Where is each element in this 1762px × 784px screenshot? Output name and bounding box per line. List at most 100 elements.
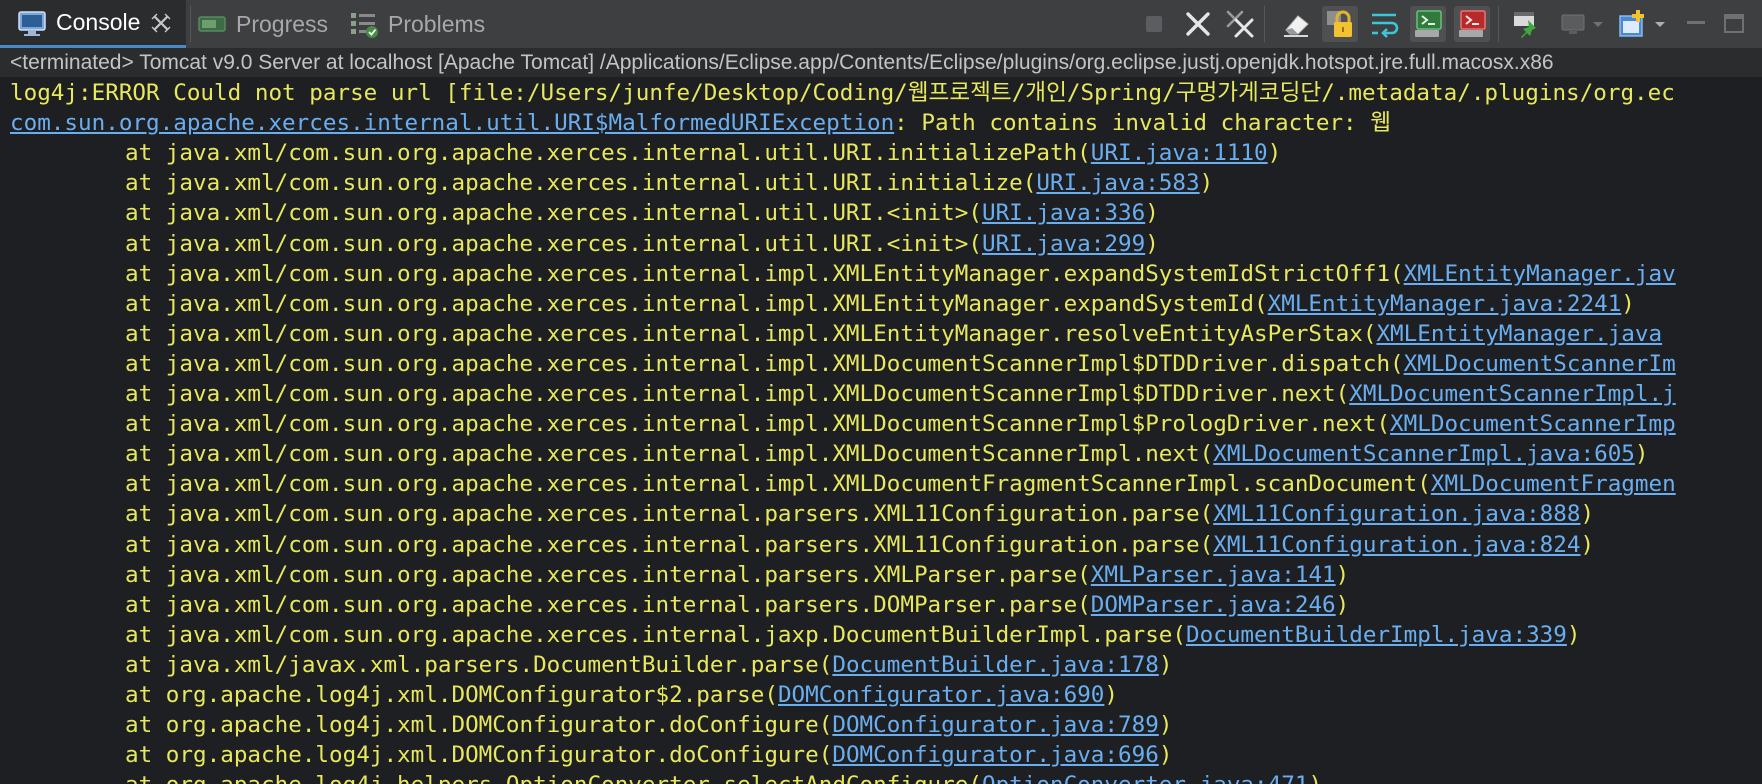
stacktrace-link[interactable]: com.sun.org.apache.xerces.internal.util.… [10, 110, 894, 136]
console-line-suffix: ) [1145, 230, 1159, 257]
console-line: at java.xml/com.sun.org.apache.xerces.in… [125, 319, 1662, 349]
console-line: at java.xml/com.sun.org.apache.xerces.in… [125, 259, 1676, 289]
console-line-suffix: ) [1145, 200, 1159, 227]
open-console-dropdown[interactable] [1652, 6, 1668, 42]
minimize-button[interactable] [1678, 6, 1714, 42]
stacktrace-link[interactable]: URI.java:583 [1036, 170, 1199, 196]
console-line-text: at java.xml/com.sun.org.apache.xerces.in… [125, 140, 1091, 167]
open-console-button[interactable] [1614, 6, 1650, 42]
stacktrace-link[interactable]: XML11Configuration.java:824 [1213, 532, 1580, 558]
monitor-icon [18, 10, 46, 36]
console-line-suffix: : Path contains invalid character: 웹 [894, 110, 1392, 137]
console-line: at java.xml/com.sun.org.apache.xerces.in… [125, 379, 1676, 409]
stacktrace-link[interactable]: DOMConfigurator.java:696 [832, 742, 1158, 768]
console-line: at java.xml/com.sun.org.apache.xerces.in… [125, 560, 1349, 590]
console-line: at java.xml/com.sun.org.apache.xerces.in… [125, 439, 1649, 469]
scroll-lock-icon [1327, 10, 1352, 37]
console-line: at org.apache.log4j.helpers.OptionConver… [125, 770, 1322, 784]
stacktrace-link[interactable]: XMLDocumentScannerIm [1404, 351, 1676, 377]
tab-problems-label: Problems [388, 10, 486, 37]
console-line-suffix: ) [1335, 561, 1350, 588]
console-line: at org.apache.log4j.xml.DOMConfigurator.… [125, 710, 1172, 740]
stacktrace-link[interactable]: DocumentBuilder.java:178 [832, 652, 1158, 678]
stacktrace-link[interactable]: DOMConfigurator.java:789 [832, 712, 1158, 738]
console-line-text: at org.apache.log4j.xml.DOMConfigurator$… [125, 682, 778, 708]
remove-launch-icon [1186, 12, 1210, 36]
tab-console[interactable]: Console [0, 0, 186, 48]
stacktrace-link[interactable]: URI.java:336 [982, 200, 1145, 226]
stacktrace-link[interactable]: XMLEntityManager.java [1376, 321, 1662, 347]
stacktrace-link[interactable]: URI.java:299 [982, 231, 1145, 257]
display-selected-console-button[interactable] [1556, 6, 1592, 42]
stacktrace-link[interactable]: XMLDocumentFragmen [1431, 471, 1676, 497]
tab-console-label: Console [56, 9, 141, 35]
terminate-button[interactable] [1136, 6, 1172, 42]
console-line-suffix: ) [1566, 621, 1581, 648]
console-line-text: at java.xml/com.sun.org.apache.xerces.in… [125, 591, 1091, 618]
console-line-text: at java.xml/com.sun.org.apache.xerces.in… [125, 320, 1377, 347]
show-on-stdout-button[interactable] [1410, 6, 1446, 42]
console-line: at java.xml/com.sun.org.apache.xerces.in… [125, 469, 1676, 499]
stacktrace-link[interactable]: XMLEntityManager.jav [1404, 261, 1676, 287]
stacktrace-link[interactable]: XMLEntityManager.java:2241 [1268, 291, 1622, 317]
console-line-text: at java.xml/com.sun.org.apache.xerces.in… [125, 561, 1091, 588]
console-line: at java.xml/com.sun.org.apache.xerces.in… [125, 229, 1159, 259]
stacktrace-link[interactable]: OptionConverter.java:471 [982, 772, 1308, 784]
toolbar-separator [1264, 6, 1265, 42]
show-on-stderr-button[interactable] [1454, 6, 1490, 42]
console-line-suffix: ) [1308, 772, 1322, 784]
show-on-stdout-icon [1415, 10, 1442, 37]
scroll-lock-button[interactable] [1322, 6, 1358, 42]
console-line-suffix: ) [1335, 591, 1350, 618]
stacktrace-link[interactable]: DOMConfigurator.java:690 [778, 682, 1104, 708]
stacktrace-link[interactable]: XMLParser.java:141 [1091, 562, 1336, 588]
console-line-text: at java.xml/com.sun.org.apache.xerces.in… [125, 170, 1037, 197]
word-wrap-icon [1372, 13, 1399, 38]
stacktrace-link[interactable]: XMLDocumentScannerImpl.j [1349, 381, 1675, 407]
problems-icon [351, 13, 378, 38]
console-line: at java.xml/javax.xml.parsers.DocumentBu… [125, 650, 1172, 680]
terminate-icon [1146, 16, 1162, 32]
console-line-text: at java.xml/com.sun.org.apache.xerces.in… [125, 621, 1187, 648]
word-wrap-button[interactable] [1366, 6, 1402, 42]
stacktrace-link[interactable]: URI.java:1110 [1091, 140, 1268, 166]
pin-console-button[interactable] [1508, 6, 1544, 42]
console-line: at org.apache.log4j.xml.DOMConfigurator.… [125, 740, 1172, 770]
console-line-text: at java.xml/com.sun.org.apache.xerces.in… [125, 200, 982, 227]
process-description: <terminated> Tomcat v9.0 Server at local… [0, 49, 1762, 77]
console-line: log4j:ERROR Could not parse url [file:/U… [10, 78, 1675, 108]
console-line-suffix: ) [1621, 290, 1635, 317]
console-line-text: at java.xml/com.sun.org.apache.xerces.in… [125, 411, 1391, 438]
remove-all-terminated-button[interactable] [1222, 6, 1258, 42]
console-line-text: at java.xml/com.sun.org.apache.xerces.in… [125, 531, 1214, 558]
close-icon[interactable] [150, 12, 172, 34]
console-line: at java.xml/com.sun.org.apache.xerces.in… [125, 198, 1159, 228]
console-output[interactable]: log4j:ERROR Could not parse url [file:/U… [0, 78, 1762, 784]
tab-problems[interactable]: Problems [346, 0, 490, 48]
open-console-icon [1619, 10, 1644, 37]
stacktrace-link[interactable]: DOMParser.java:246 [1091, 592, 1336, 618]
maximize-icon [1724, 14, 1744, 33]
maximize-button[interactable] [1716, 6, 1752, 42]
stacktrace-link[interactable]: XML11Configuration.java:888 [1213, 501, 1580, 527]
remove-all-terminated-icon [1226, 10, 1254, 38]
console-line: at java.xml/com.sun.org.apache.xerces.in… [125, 499, 1594, 529]
console-line: at java.xml/com.sun.org.apache.xerces.in… [125, 530, 1594, 560]
console-line-suffix: ) [1267, 140, 1282, 167]
console-line: at java.xml/com.sun.org.apache.xerces.in… [125, 409, 1676, 439]
stacktrace-link[interactable]: DocumentBuilderImpl.java:339 [1186, 622, 1567, 648]
console-line-suffix: ) [1634, 441, 1649, 468]
chevron-down-icon [1593, 22, 1603, 27]
remove-launch-button[interactable] [1180, 6, 1216, 42]
stacktrace-link[interactable]: XMLDocumentScannerImpl.java:605 [1213, 441, 1635, 467]
console-line-suffix: ) [1580, 531, 1595, 558]
console-line: at org.apache.log4j.xml.DOMConfigurator$… [125, 680, 1118, 710]
console-line-text: at java.xml/com.sun.org.apache.xerces.in… [125, 471, 1431, 498]
display-selected-console-icon [1561, 14, 1585, 34]
stacktrace-link[interactable]: XMLDocumentScannerImp [1390, 411, 1676, 437]
clear-console-button[interactable] [1278, 6, 1314, 42]
display-selected-console-dropdown[interactable] [1590, 6, 1606, 42]
console-line-text: at java.xml/com.sun.org.apache.xerces.in… [125, 260, 1404, 287]
tab-progress[interactable]: Progress [194, 0, 342, 48]
show-on-stderr-icon [1459, 10, 1486, 37]
